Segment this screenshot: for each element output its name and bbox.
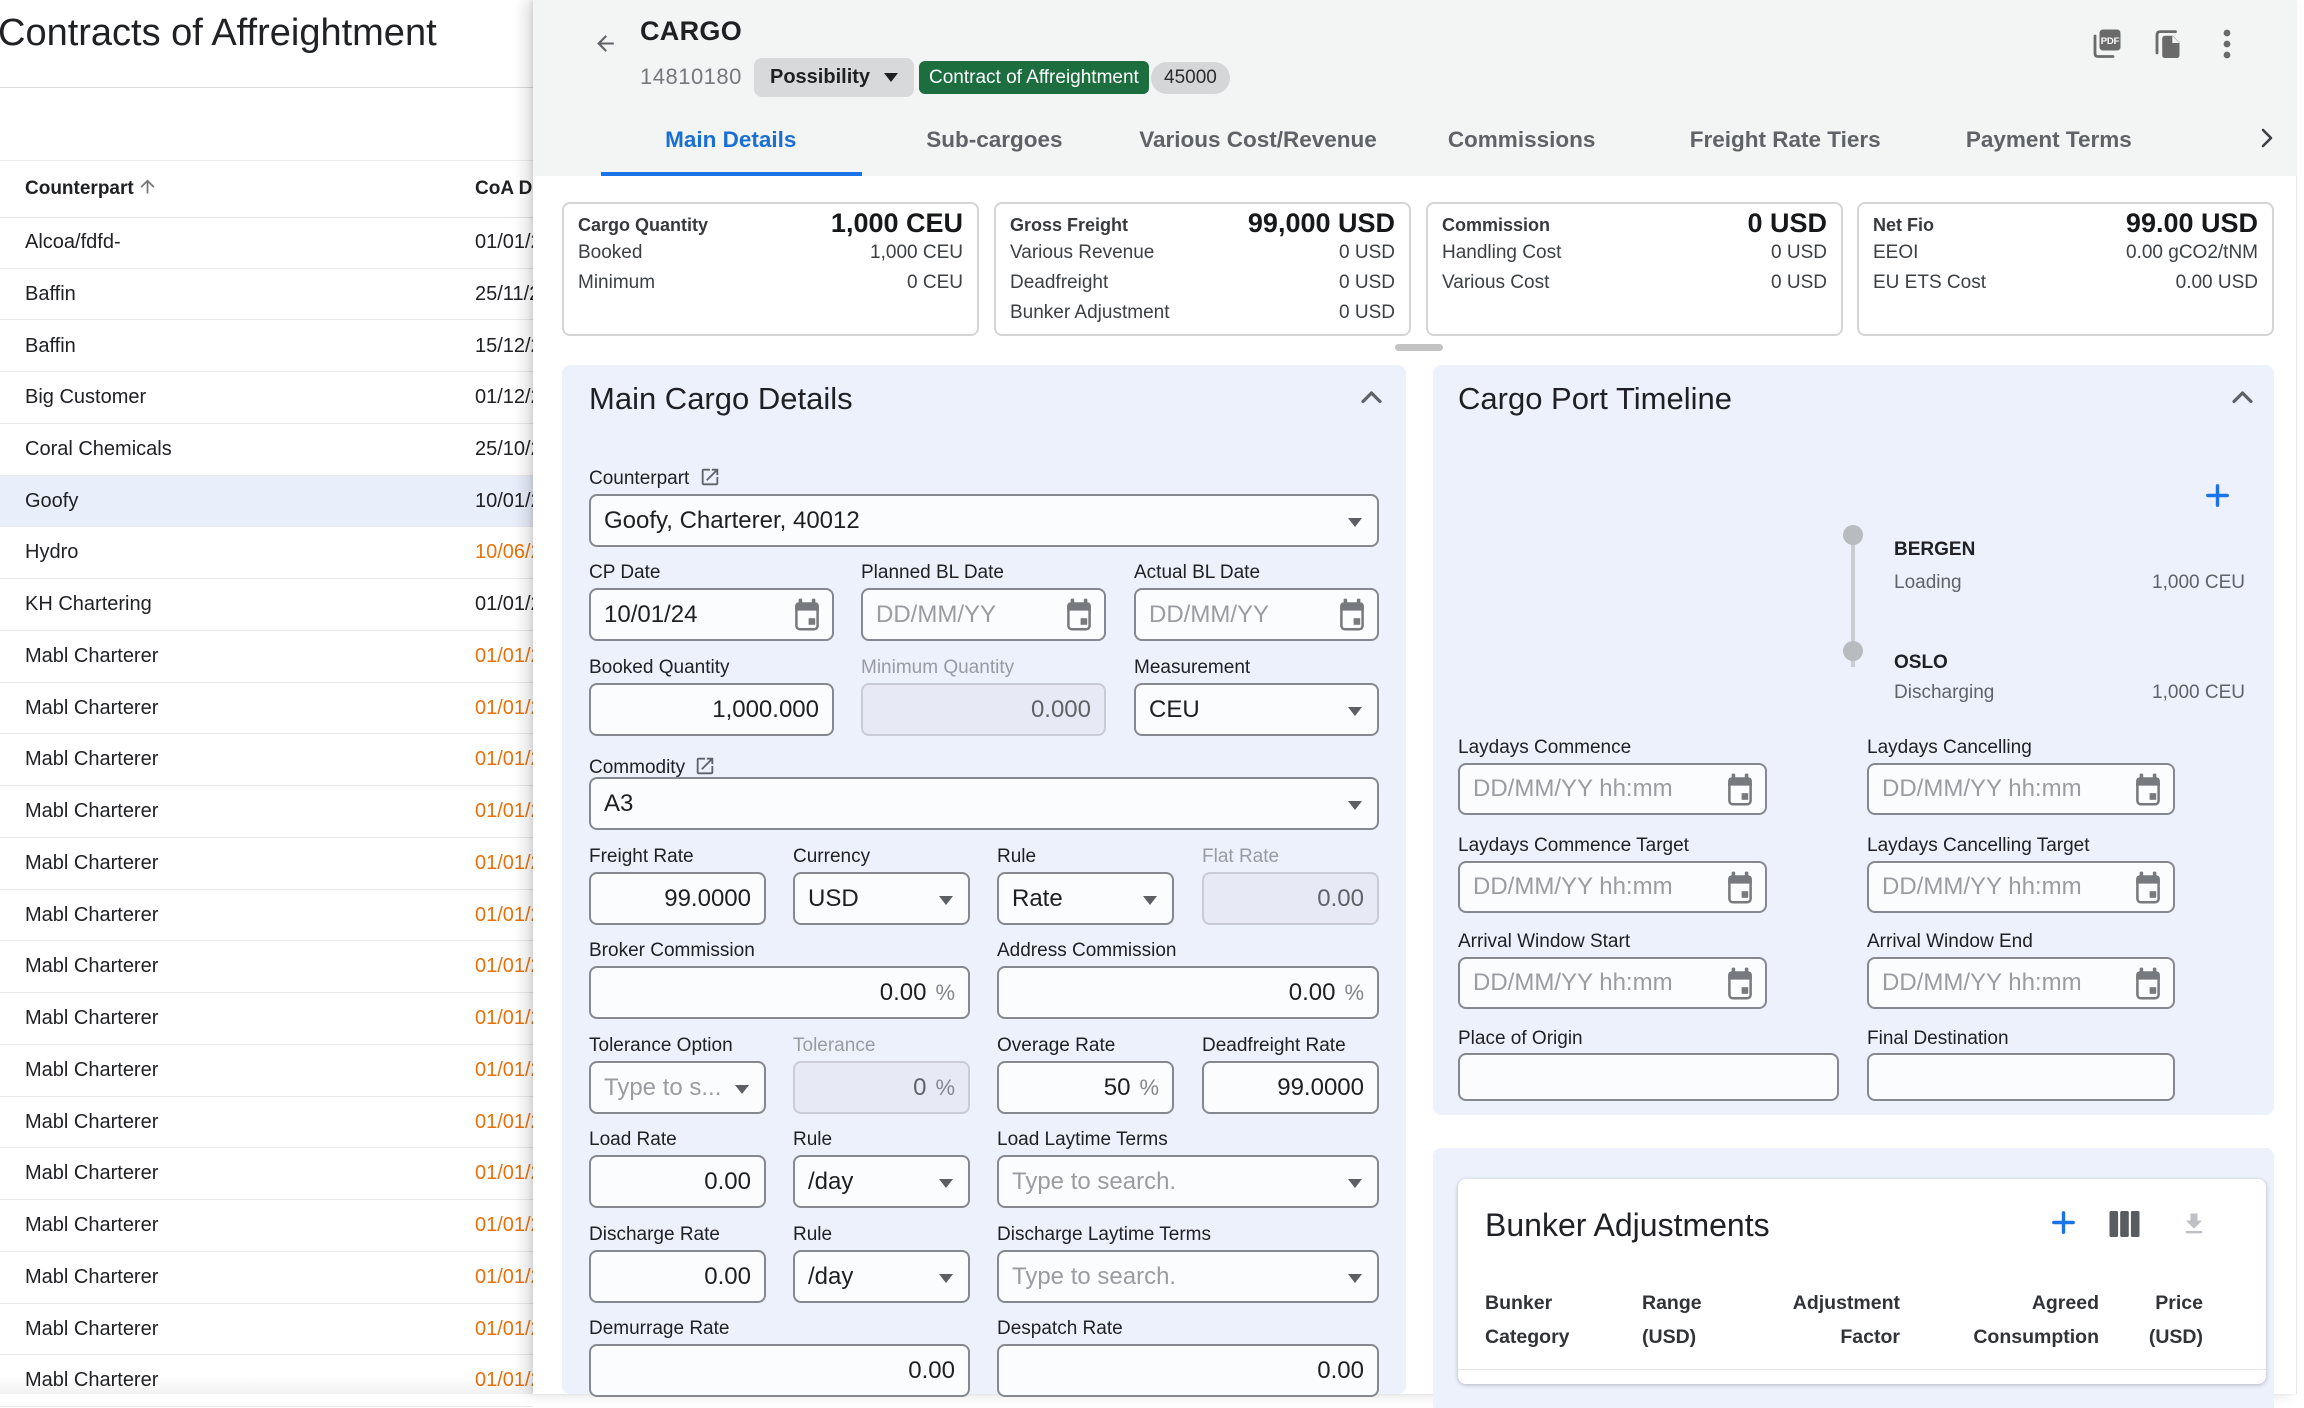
svg-text:PDF: PDF [2101, 36, 2120, 47]
